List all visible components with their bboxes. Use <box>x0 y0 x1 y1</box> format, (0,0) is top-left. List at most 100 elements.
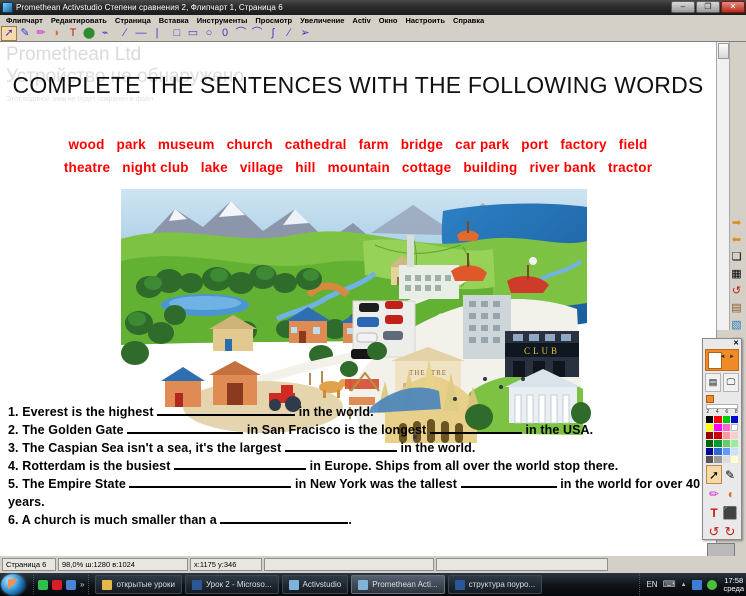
network-icon[interactable] <box>691 579 702 590</box>
color-swatch-18[interactable] <box>722 448 730 455</box>
color-swatch-13[interactable] <box>714 440 722 447</box>
keyboard-icon[interactable]: ⌨ <box>663 579 676 590</box>
pen-tool[interactable]: ✎ <box>722 465 738 484</box>
desktop-tools-icon[interactable]: 🖵 <box>723 373 739 392</box>
page-navigator[interactable]: ◄ ► <box>705 349 739 371</box>
text-tool[interactable]: T <box>65 26 81 41</box>
pen-tool[interactable]: ✎ <box>17 26 33 41</box>
media-player-icon[interactable] <box>38 579 48 590</box>
word-farm[interactable]: farm <box>359 133 389 156</box>
word-tractor[interactable]: tractor <box>608 156 652 179</box>
word-car-park[interactable]: car park <box>455 133 509 156</box>
color-swatch-7[interactable] <box>730 424 738 431</box>
save-icon[interactable] <box>66 579 76 590</box>
pen-width-6[interactable]: 6 <box>725 409 728 415</box>
color-swatch-9[interactable] <box>714 432 722 439</box>
color-swatch-19[interactable] <box>730 448 738 455</box>
word-wood[interactable]: wood <box>68 133 104 156</box>
color-swatch-6[interactable] <box>722 424 730 431</box>
menu-item-0[interactable]: Флипчарт <box>2 16 47 25</box>
word-cottage[interactable]: cottage <box>402 156 451 179</box>
color-swatch-12[interactable] <box>706 440 714 447</box>
start-button[interactable] <box>1 574 25 595</box>
menu-item-9[interactable]: Настроить <box>401 16 449 25</box>
word-lake[interactable]: lake <box>201 156 228 179</box>
minimize-button[interactable]: – <box>671 1 695 13</box>
color-swatch-8[interactable] <box>706 432 714 439</box>
reset-page-icon[interactable]: ↺ <box>727 283 746 300</box>
sentence-2-blank[interactable] <box>127 422 244 434</box>
clock[interactable]: 17:58 среда <box>724 576 744 593</box>
color-swatch-22[interactable] <box>722 456 730 463</box>
show-hidden-icons[interactable]: ▲ <box>681 582 687 588</box>
color-swatch-20[interactable] <box>706 456 714 463</box>
arc-tool[interactable]: ⌒ <box>233 26 249 41</box>
color-swatch-3[interactable] <box>730 416 738 423</box>
menu-item-10[interactable]: Справка <box>449 16 488 25</box>
highlighter-tool[interactable]: ✏ <box>706 484 722 503</box>
color-swatch-14[interactable] <box>722 440 730 447</box>
taskbar-button-1[interactable]: Урок 2 - Microso... <box>184 575 279 594</box>
previous-page-icon[interactable]: ⬅ <box>727 232 746 249</box>
menu-item-4[interactable]: Инструменты <box>193 16 252 25</box>
fill-tool[interactable]: ⬤ <box>81 26 97 41</box>
fill-tool[interactable]: ⬛ <box>722 503 738 522</box>
eraser-tool[interactable]: ◖ <box>722 484 738 503</box>
menu-item-3[interactable]: Вставка <box>155 16 193 25</box>
duplicate-page-icon[interactable]: ❏ <box>727 249 746 266</box>
taskbar-button-2[interactable]: Activstudio <box>281 575 349 594</box>
taskbar-button-4[interactable]: структура поуро... <box>447 575 543 594</box>
undo-icon[interactable]: ↺ <box>706 522 722 541</box>
page-arrows-icon[interactable]: ◄ ► <box>719 354 736 360</box>
current-color-swatch[interactable] <box>706 395 714 403</box>
sentence-5-blank[interactable] <box>129 476 292 488</box>
color-swatch-15[interactable] <box>730 440 738 447</box>
redo-icon[interactable]: ↻ <box>722 522 738 541</box>
word-village[interactable]: village <box>240 156 283 179</box>
pen-width-8[interactable]: 8 <box>735 409 738 415</box>
word-river-bank[interactable]: river bank <box>529 156 596 179</box>
resource-library-icon[interactable]: ▤ <box>727 300 746 317</box>
color-swatch-1[interactable] <box>714 416 722 423</box>
activstudio-toolbox[interactable]: ✕ ◄ ► ▤ 🖵 2468 ➚✎✏◖T⬛↺↻▬◉🔍▣ <box>702 338 742 576</box>
quicklaunch-overflow[interactable]: » <box>80 580 84 589</box>
language-indicator[interactable]: EN <box>646 580 657 589</box>
freehand-line-tool[interactable]: ⁄ <box>117 26 133 41</box>
menu-item-8[interactable]: Окно <box>375 16 402 25</box>
color-swatch-5[interactable] <box>714 424 722 431</box>
background-icon[interactable]: ▧ <box>727 317 746 334</box>
bezier-tool[interactable]: ∫ <box>265 26 281 41</box>
toolbox-titlebar[interactable]: ✕ <box>703 339 741 348</box>
menu-item-1[interactable]: Редактировать <box>47 16 111 25</box>
square-tool[interactable]: □ <box>169 26 185 41</box>
color-swatch-23[interactable] <box>730 456 738 463</box>
arrow-line-tool[interactable]: ⁄ <box>281 26 297 41</box>
page-organiser-icon[interactable]: ▦ <box>727 266 746 283</box>
circle-tool[interactable]: ○ <box>201 26 217 41</box>
taskbar-button-0[interactable]: открытые уроки <box>95 575 182 594</box>
taskbar-button-3[interactable]: Promethean Acti... <box>351 575 445 594</box>
word-hill[interactable]: hill <box>295 156 315 179</box>
sentence-2-blank[interactable] <box>429 422 522 434</box>
close-icon[interactable]: ✕ <box>733 340 739 347</box>
shield-icon[interactable] <box>706 579 717 590</box>
word-mountain[interactable]: mountain <box>328 156 390 179</box>
menu-item-6[interactable]: Увеличение <box>296 16 348 25</box>
sentence-1-blank[interactable] <box>157 404 296 416</box>
select-tool[interactable]: ➚ <box>706 465 722 484</box>
pen-width-4[interactable]: 4 <box>716 409 719 415</box>
color-swatch-21[interactable] <box>714 456 722 463</box>
word-field[interactable]: field <box>619 133 648 156</box>
color-swatch-16[interactable] <box>706 448 714 455</box>
maximize-button[interactable]: ❐ <box>696 1 720 13</box>
text-tool[interactable]: T <box>706 503 722 522</box>
word-building[interactable]: building <box>463 156 517 179</box>
color-swatch-4[interactable] <box>706 424 714 431</box>
menu-item-7[interactable]: Activ <box>348 16 374 25</box>
word-port[interactable]: port <box>521 133 548 156</box>
sentence-5-blank[interactable] <box>460 476 557 488</box>
word-night-club[interactable]: night club <box>122 156 189 179</box>
color-swatch-11[interactable] <box>730 432 738 439</box>
word-park[interactable]: park <box>117 133 146 156</box>
word-factory[interactable]: factory <box>560 133 606 156</box>
